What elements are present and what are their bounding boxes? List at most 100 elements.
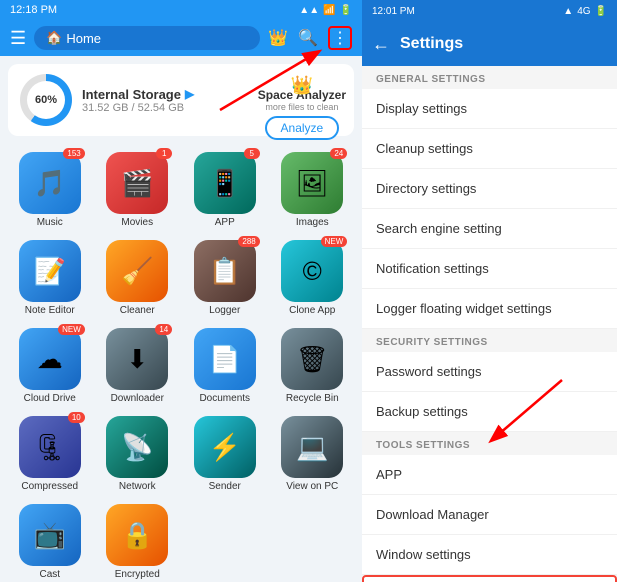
- app-item-viewonpc[interactable]: 💻 View on PC: [271, 412, 355, 496]
- app-item-recyclebin[interactable]: 🗑Recycle Bin: [271, 324, 355, 408]
- right-time: 12:01 PM: [372, 6, 415, 17]
- right-battery-icon: 🔋: [595, 6, 607, 17]
- settings-item-display-settings[interactable]: Display settings: [362, 89, 617, 129]
- settings-item-notification-settings[interactable]: Notification settings: [362, 249, 617, 289]
- settings-list: GENERAL SETTINGSDisplay settingsCleanup …: [362, 66, 617, 582]
- settings-item-directory-settings[interactable]: Directory settings: [362, 169, 617, 209]
- viewonpc-label: View on PC: [286, 481, 338, 492]
- storage-banner: 60% Internal Storage ▶ 31.52 GB / 52.54 …: [8, 64, 354, 136]
- noteeditor-label: Note Editor: [25, 305, 75, 316]
- space-analyzer-subtitle: more files to clean: [258, 102, 346, 112]
- analyze-button[interactable]: Analyze: [265, 116, 340, 140]
- wifi-icon: 📶: [323, 5, 335, 16]
- network-label: Network: [119, 481, 156, 492]
- downloader-label: Downloader: [111, 393, 164, 404]
- downloader-icon: ⬇: [126, 344, 148, 375]
- movies-badge: 1: [156, 148, 172, 159]
- app-item-sender[interactable]: ⚡Sender: [183, 412, 267, 496]
- images-icon: 🖼: [296, 168, 329, 199]
- cloneapp-badge: NEW: [321, 236, 348, 247]
- compressed-badge: 10: [68, 412, 85, 423]
- home-label: Home: [66, 31, 101, 46]
- home-button[interactable]: 🏠 Home: [34, 26, 260, 50]
- images-label: Images: [296, 217, 329, 228]
- app-item-compressed[interactable]: 10🗜 Compressed: [8, 412, 92, 496]
- app-item-noteeditor[interactable]: 📝Note Editor: [8, 236, 92, 320]
- app-icon-logger: 288📋: [194, 240, 256, 302]
- app-icon-documents: 📄: [194, 328, 256, 390]
- sender-icon: ⚡: [209, 432, 241, 463]
- settings-item-password-settings[interactable]: Password settings: [362, 352, 617, 392]
- recyclebin-icon: 🗑: [296, 344, 329, 375]
- cast-icon: 📺: [34, 520, 66, 551]
- app-item-encrypted[interactable]: 🔒Encrypted: [96, 500, 180, 582]
- right-panel-container: 12:01 PM ▲ 4G 🔋 ← Settings GENERAL SETTI…: [362, 0, 617, 582]
- app-item-logger[interactable]: 288📋Logger: [183, 236, 267, 320]
- hamburger-icon[interactable]: ☰: [10, 28, 26, 49]
- app-item-cast[interactable]: 📺Cast: [8, 500, 92, 582]
- right-signal-icon: ▲: [563, 6, 573, 17]
- storage-arrow-icon: ▶: [185, 87, 194, 101]
- more-options-icon[interactable]: ⋮: [328, 26, 352, 50]
- right-status-bar: 12:01 PM ▲ 4G 🔋: [362, 0, 617, 22]
- search-nav-icon[interactable]: 🔍: [298, 28, 318, 48]
- images-badge: 24: [330, 148, 347, 159]
- left-time: 12:18 PM: [10, 4, 57, 16]
- app-item-clouddrive[interactable]: NEW☁Cloud Drive: [8, 324, 92, 408]
- cloneapp-label: Clone App: [289, 305, 335, 316]
- network-icon: 📡: [121, 432, 153, 463]
- compressed-icon: 🗜: [33, 432, 66, 463]
- documents-label: Documents: [199, 393, 250, 404]
- app-item-downloader[interactable]: 14 ⬇ Downloader: [96, 324, 180, 408]
- app-item-documents[interactable]: 📄 Documents: [183, 324, 267, 408]
- app-icon-app: 5📱: [194, 152, 256, 214]
- app-icon: 📱: [209, 168, 241, 199]
- downloader-badge: 14: [155, 324, 172, 335]
- top-nav: ☰ 🏠 Home 👑 🔍 ⋮: [0, 20, 362, 56]
- app-item-network[interactable]: 📡 Network: [96, 412, 180, 496]
- app-icon-encrypted: 🔒: [106, 504, 168, 566]
- logger-badge: 288: [238, 236, 259, 247]
- music-label: Music: [37, 217, 63, 228]
- encrypted-icon: 🔒: [121, 520, 153, 551]
- app-item-music[interactable]: 153🎵 Music: [8, 148, 92, 232]
- right-4g-icon: 4G: [577, 6, 590, 17]
- settings-title: Settings: [400, 35, 463, 53]
- clouddrive-icon: ☁: [37, 344, 63, 375]
- nav-icons: 👑 🔍 ⋮: [268, 26, 352, 50]
- settings-item-search-engine-setting[interactable]: Search engine setting: [362, 209, 617, 249]
- left-status-icons: ▲▲ 📶 🔋: [299, 5, 352, 16]
- settings-item-window-settings[interactable]: Window settings: [362, 535, 617, 575]
- section-header-general-settings: GENERAL SETTINGS: [362, 66, 617, 89]
- app-item-cleaner[interactable]: 🧹Cleaner: [96, 236, 180, 320]
- storage-percent: 60%: [27, 81, 65, 119]
- right-status-icons: ▲ 4G 🔋: [563, 6, 607, 17]
- settings-item-app[interactable]: APP: [362, 455, 617, 495]
- logger-icon: 📋: [209, 256, 241, 287]
- compressed-label: Compressed: [21, 481, 78, 492]
- settings-item-logger-floating-widget-settings[interactable]: Logger floating widget settings: [362, 289, 617, 329]
- crown-nav-icon[interactable]: 👑: [268, 28, 288, 48]
- music-icon: 🎵: [34, 168, 66, 199]
- app-icon-viewonpc: 💻: [281, 416, 343, 478]
- settings-item-backup-settings[interactable]: Backup settings: [362, 392, 617, 432]
- cloneapp-icon: ©: [303, 256, 322, 287]
- settings-item-recycle-bin[interactable]: Recycle Bin: [362, 575, 617, 582]
- app-icon-images: 24🖼: [281, 152, 343, 214]
- documents-icon: 📄: [209, 344, 241, 375]
- app-item-cloneapp[interactable]: NEW © Clone App: [271, 236, 355, 320]
- app-icon-music: 153🎵: [19, 152, 81, 214]
- section-header-tools-settings: TOOLS SETTINGS: [362, 432, 617, 455]
- app-label: APP: [215, 217, 235, 228]
- right-panel: 12:01 PM ▲ 4G 🔋 ← Settings GENERAL SETTI…: [362, 0, 617, 582]
- app-item-images[interactable]: 24🖼 Images: [271, 148, 355, 232]
- app-item-app[interactable]: 5📱 APP: [183, 148, 267, 232]
- clouddrive-label: Cloud Drive: [24, 393, 76, 404]
- crown-icon: 👑: [291, 75, 313, 96]
- settings-item-download-manager[interactable]: Download Manager: [362, 495, 617, 535]
- settings-item-cleanup-settings[interactable]: Cleanup settings: [362, 129, 617, 169]
- right-top-nav: ← Settings: [362, 22, 617, 66]
- app-item-movies[interactable]: 1🎬Movies: [96, 148, 180, 232]
- back-button[interactable]: ←: [372, 34, 390, 55]
- cleaner-icon: 🧹: [121, 256, 153, 287]
